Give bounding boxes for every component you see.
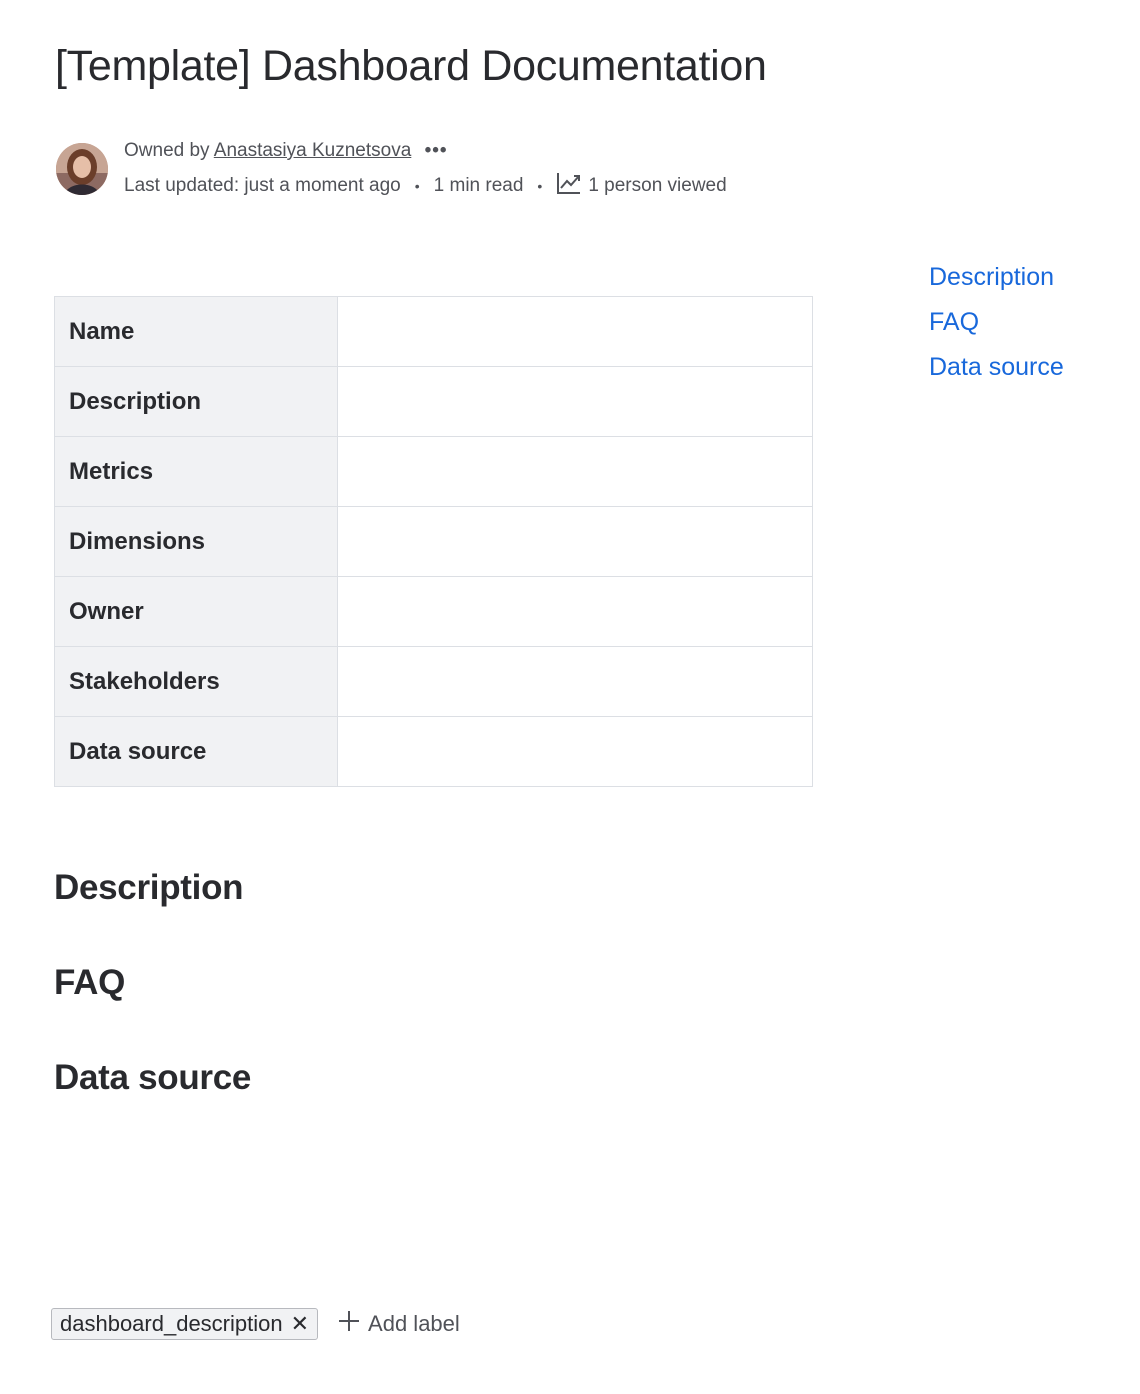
row-value-data-source[interactable] (337, 716, 813, 787)
row-label-name: Name (54, 296, 338, 367)
row-value-metrics[interactable] (337, 436, 813, 507)
section-heading-description: Description (54, 868, 244, 907)
properties-table: Name Description Metrics Dimensions Owne… (54, 296, 813, 787)
owned-by-prefix: Owned by (124, 140, 210, 161)
page-title: [Template] Dashboard Documentation (55, 42, 767, 90)
table-row: Data source (54, 716, 813, 787)
row-value-description[interactable] (337, 366, 813, 437)
row-label-data-source: Data source (54, 716, 338, 787)
toc-link-description[interactable]: Description (929, 262, 1064, 292)
page-views[interactable]: 1 person viewed (556, 171, 727, 201)
close-icon[interactable]: ✕ (291, 1313, 309, 1335)
table-row: Name (54, 296, 813, 367)
table-row: Stakeholders (54, 646, 813, 717)
meta-line: Last updated: just a moment ago • 1 min … (124, 171, 727, 201)
byline: Owned by Anastasiya Kuznetsova ••• Last … (56, 140, 816, 200)
row-label-stakeholders: Stakeholders (54, 646, 338, 717)
toc-link-faq[interactable]: FAQ (929, 307, 1064, 337)
table-row: Description (54, 366, 813, 437)
row-label-owner: Owner (54, 576, 338, 647)
views-count: 1 person viewed (588, 175, 727, 196)
row-value-owner[interactable] (337, 576, 813, 647)
row-label-description: Description (54, 366, 338, 437)
label-chip[interactable]: dashboard_description ✕ (51, 1308, 319, 1340)
trend-chart-icon (556, 171, 582, 201)
separator-dot: • (414, 178, 420, 194)
row-label-dimensions: Dimensions (54, 506, 338, 577)
table-row: Dimensions (54, 506, 813, 577)
add-label-text: Add label (368, 1311, 460, 1336)
section-heading-data-source: Data source (54, 1058, 252, 1097)
table-of-contents: Description FAQ Data source (929, 262, 1064, 397)
separator-dot: • (537, 178, 543, 194)
label-text: dashboard_description (60, 1311, 283, 1336)
table-row: Owner (54, 576, 813, 647)
more-dots-icon[interactable]: ••• (425, 140, 448, 162)
section-heading-faq: FAQ (54, 963, 126, 1002)
labels-bar: dashboard_description ✕ Add label (51, 1308, 460, 1340)
owner-link[interactable]: Anastasiya Kuznetsova (214, 140, 412, 161)
last-updated: Last updated: just a moment ago (124, 175, 401, 196)
read-time: 1 min read (433, 175, 524, 196)
avatar[interactable] (56, 143, 108, 195)
row-label-metrics: Metrics (54, 436, 338, 507)
plus-icon (338, 1310, 360, 1338)
row-value-dimensions[interactable] (337, 506, 813, 577)
owner-line: Owned by Anastasiya Kuznetsova ••• (124, 140, 448, 162)
row-value-stakeholders[interactable] (337, 646, 813, 717)
row-value-name[interactable] (337, 296, 813, 367)
table-row: Metrics (54, 436, 813, 507)
toc-link-data-source[interactable]: Data source (929, 352, 1064, 382)
add-label-button[interactable]: Add label (338, 1310, 460, 1338)
